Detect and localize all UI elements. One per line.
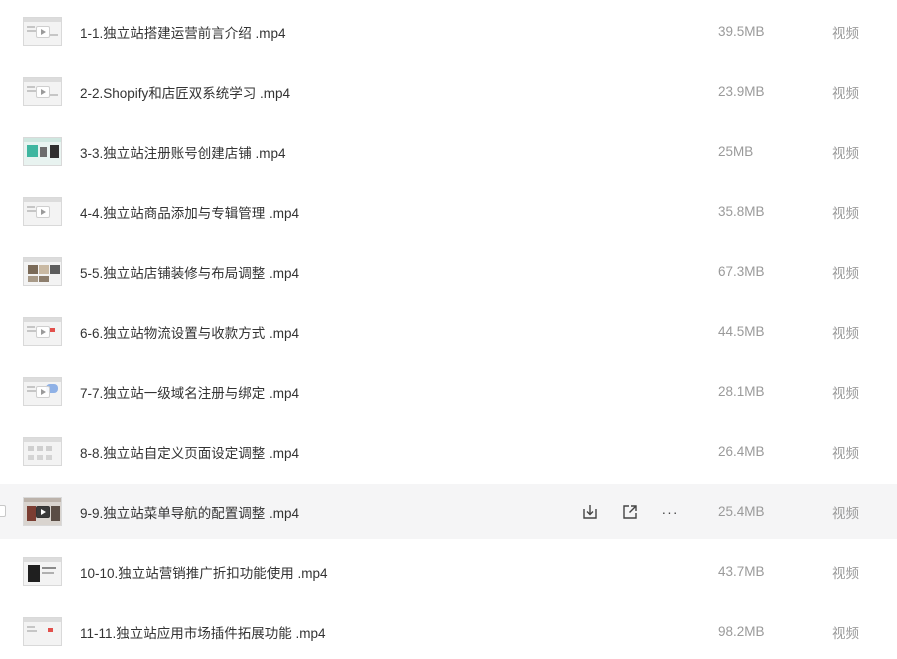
file-type: 视频 — [832, 145, 859, 161]
share-icon[interactable] — [619, 501, 641, 523]
video-thumbnail[interactable] — [23, 617, 62, 646]
play-icon — [36, 26, 50, 38]
file-row[interactable]: 4-4.独立站商品添加与专辑管理 .mp4 35.8MB 视频 — [0, 184, 897, 239]
video-thumbnail[interactable] — [23, 77, 62, 106]
file-row[interactable]: 11-11.独立站应用市场插件拓展功能 .mp4 98.2MB 视频 — [0, 604, 897, 659]
file-name[interactable]: 7-7.独立站一级域名注册与绑定 .mp4 — [80, 382, 299, 402]
row-checkbox[interactable] — [0, 505, 6, 517]
file-size: 98.2MB — [718, 624, 765, 639]
video-thumbnail[interactable] — [23, 317, 62, 346]
file-type: 视频 — [832, 445, 859, 461]
play-icon — [36, 326, 50, 338]
file-name[interactable]: 10-10.独立站营销推广折扣功能使用 .mp4 — [80, 562, 328, 582]
video-thumbnail[interactable] — [23, 17, 62, 46]
file-row[interactable]: 1-1.独立站搭建运营前言介绍 .mp4 39.5MB 视频 — [0, 4, 897, 59]
file-size: 25MB — [718, 144, 754, 159]
file-name[interactable]: 8-8.独立站自定义页面设定调整 .mp4 — [80, 442, 299, 462]
file-row[interactable]: 5-5.独立站店铺装修与布局调整 .mp4 67.3MB 视频 — [0, 244, 897, 299]
file-size: 44.5MB — [718, 324, 765, 339]
video-thumbnail[interactable] — [23, 257, 62, 286]
file-row[interactable]: 6-6.独立站物流设置与收款方式 .mp4 44.5MB 视频 — [0, 304, 897, 359]
file-size: 23.9MB — [718, 84, 765, 99]
video-thumbnail[interactable] — [23, 497, 62, 526]
file-row[interactable]: 10-10.独立站营销推广折扣功能使用 .mp4 43.7MB 视频 — [0, 544, 897, 599]
video-thumbnail[interactable] — [23, 197, 62, 226]
video-thumbnail[interactable] — [23, 557, 62, 586]
file-type: 视频 — [832, 625, 859, 641]
more-options-icon[interactable]: ··· — [659, 501, 681, 523]
file-row[interactable]: 7-7.独立站一级域名注册与绑定 .mp4 28.1MB 视频 — [0, 364, 897, 419]
file-type: 视频 — [832, 205, 859, 221]
file-name[interactable]: 6-6.独立站物流设置与收款方式 .mp4 — [80, 322, 299, 342]
file-name[interactable]: 4-4.独立站商品添加与专辑管理 .mp4 — [80, 202, 299, 222]
file-size: 39.5MB — [718, 24, 765, 39]
play-icon — [36, 86, 50, 98]
file-type: 视频 — [832, 505, 859, 521]
play-icon — [36, 506, 50, 518]
file-name[interactable]: 5-5.独立站店铺装修与布局调整 .mp4 — [80, 262, 299, 282]
file-type: 视频 — [832, 325, 859, 341]
file-size: 28.1MB — [718, 384, 765, 399]
file-name[interactable]: 11-11.独立站应用市场插件拓展功能 .mp4 — [80, 622, 326, 642]
download-icon[interactable] — [579, 501, 601, 523]
file-type: 视频 — [832, 265, 859, 281]
file-type: 视频 — [832, 565, 859, 581]
file-row[interactable]: 3-3.独立站注册账号创建店铺 .mp4 25MB 视频 — [0, 124, 897, 179]
file-size: 25.4MB — [718, 504, 765, 519]
file-name[interactable]: 2-2.Shopify和店匠双系统学习 .mp4 — [80, 82, 290, 102]
video-thumbnail[interactable] — [23, 137, 62, 166]
file-size: 67.3MB — [718, 264, 765, 279]
file-type: 视频 — [832, 85, 859, 101]
play-icon — [36, 206, 50, 218]
file-size: 26.4MB — [718, 444, 765, 459]
file-name[interactable]: 9-9.独立站菜单导航的配置调整 .mp4 — [80, 502, 299, 522]
video-thumbnail[interactable] — [23, 377, 62, 406]
file-name[interactable]: 3-3.独立站注册账号创建店铺 .mp4 — [80, 142, 286, 162]
file-name[interactable]: 1-1.独立站搭建运营前言介绍 .mp4 — [80, 22, 286, 42]
file-type: 视频 — [832, 385, 859, 401]
file-row[interactable]: 2-2.Shopify和店匠双系统学习 .mp4 23.9MB 视频 — [0, 64, 897, 119]
file-row-hovered[interactable]: 9-9.独立站菜单导航的配置调整 .mp4 ··· 25.4MB 视频 — [0, 484, 897, 539]
file-type: 视频 — [832, 25, 859, 41]
file-size: 43.7MB — [718, 564, 765, 579]
file-row[interactable]: 8-8.独立站自定义页面设定调整 .mp4 26.4MB 视频 — [0, 424, 897, 479]
row-actions: ··· — [579, 484, 681, 539]
file-size: 35.8MB — [718, 204, 765, 219]
video-thumbnail[interactable] — [23, 437, 62, 466]
play-icon — [36, 386, 50, 398]
